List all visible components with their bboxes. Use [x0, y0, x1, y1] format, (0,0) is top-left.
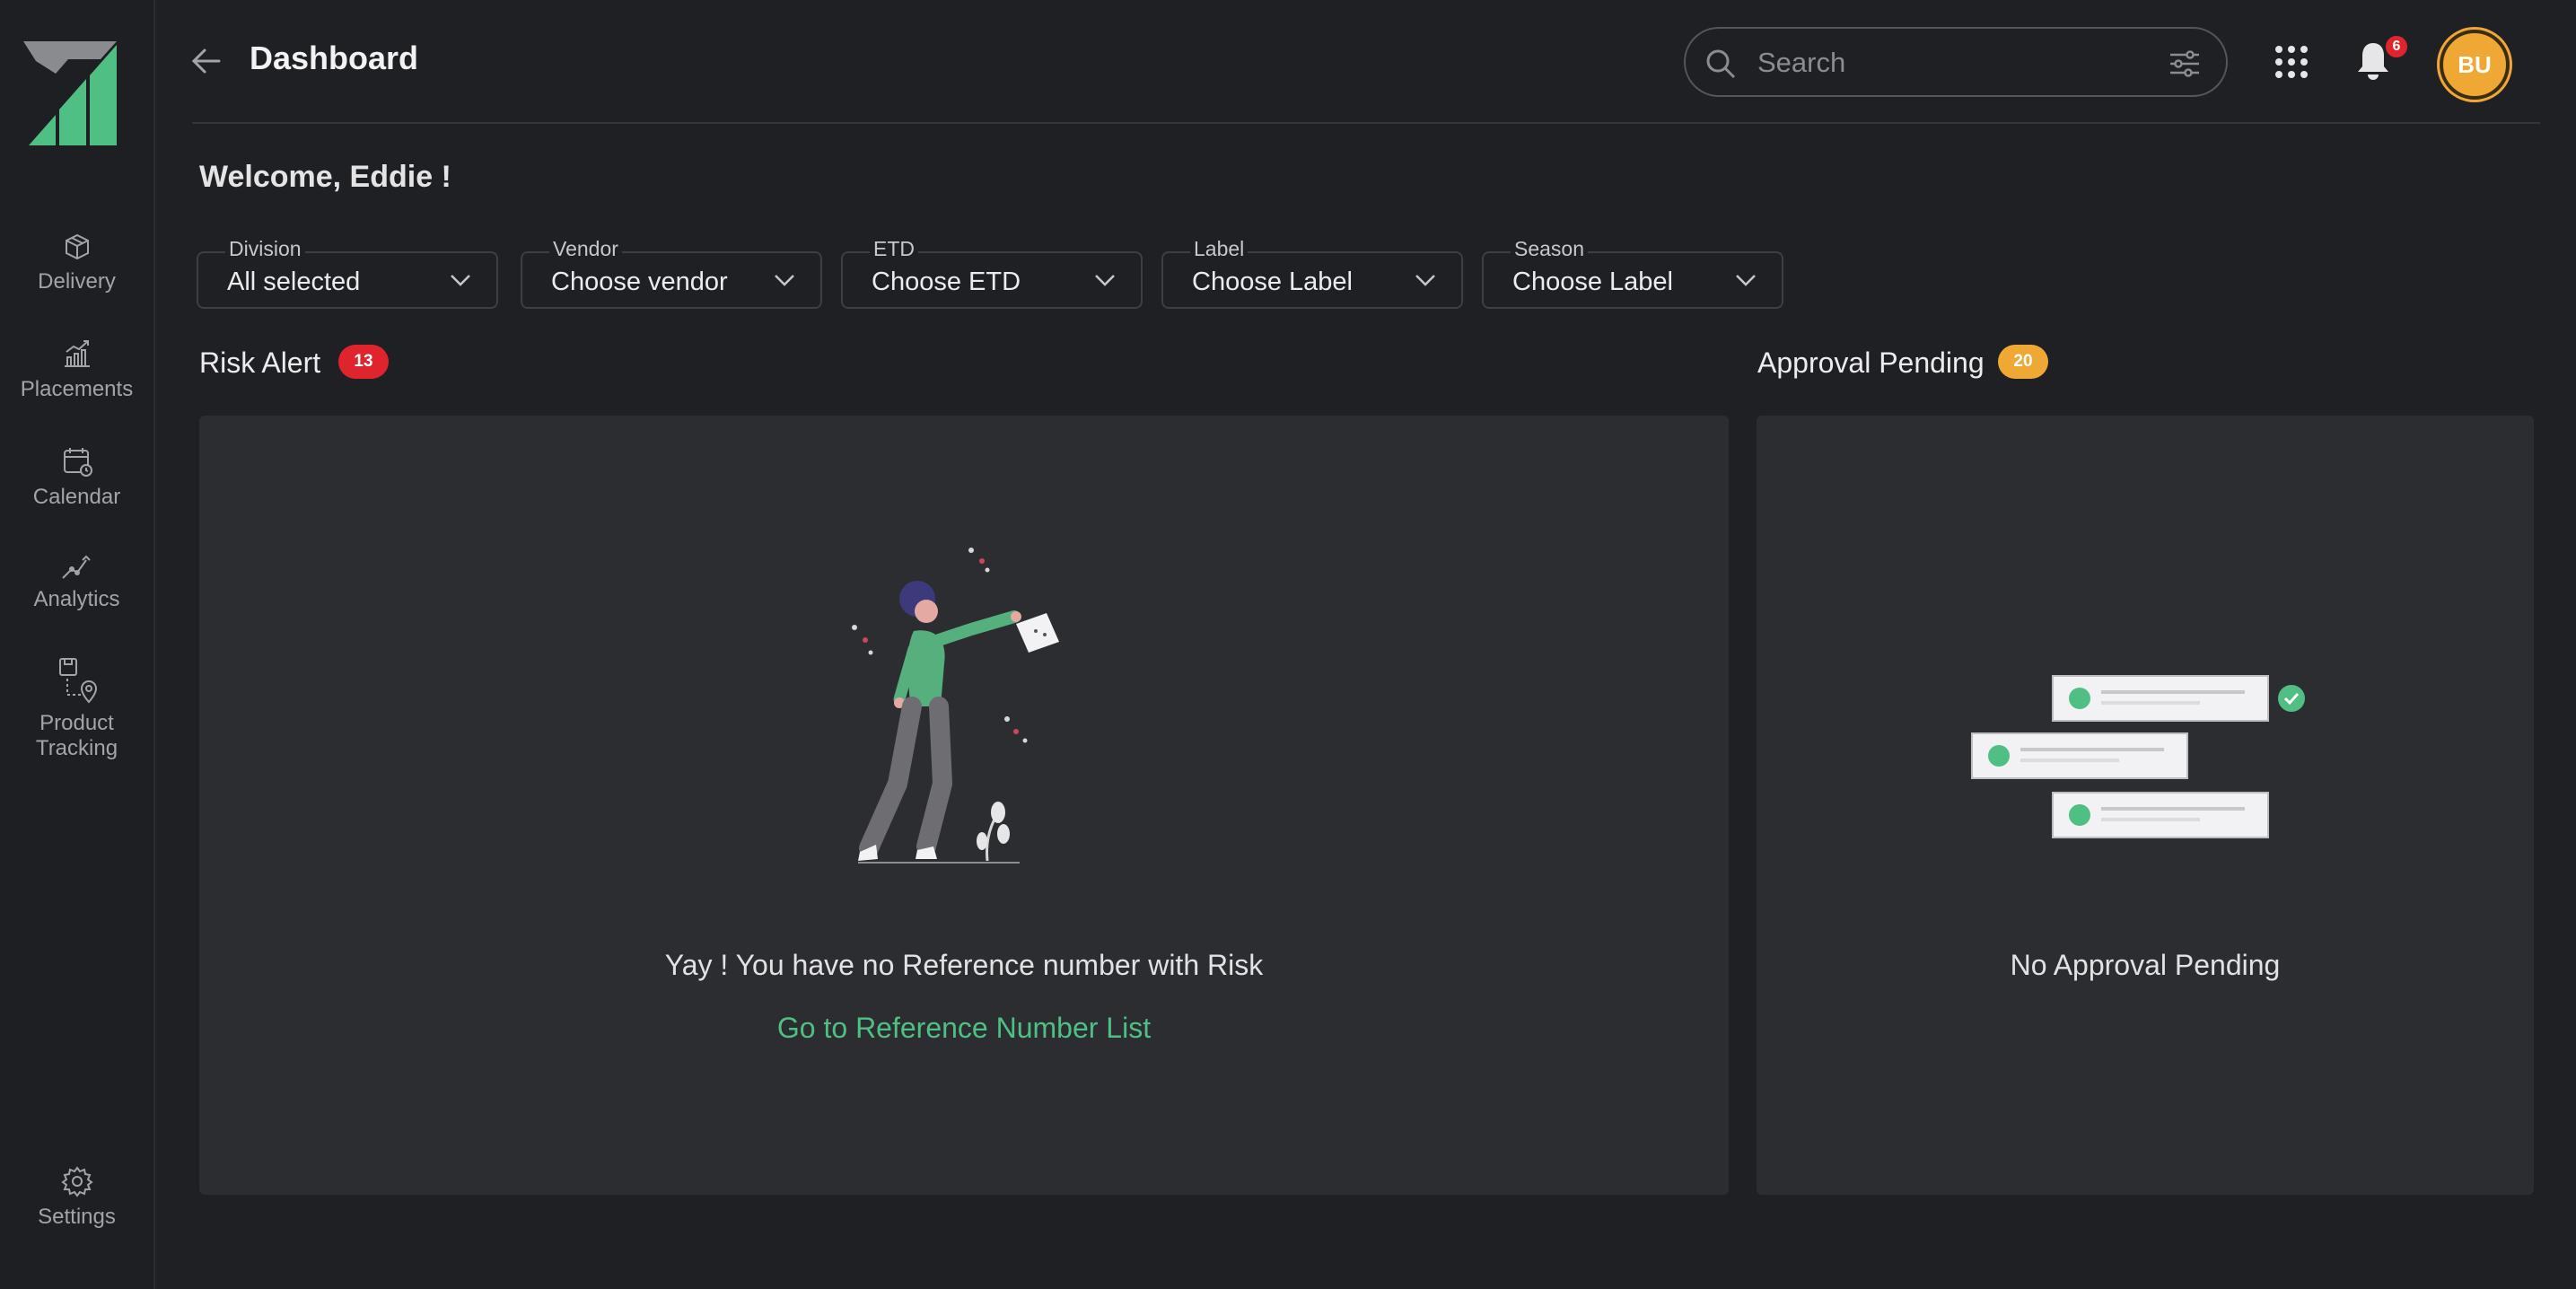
chevron-down-icon: [451, 275, 470, 286]
notification-count-badge: 6: [2386, 36, 2407, 57]
chevron-down-icon: [1415, 275, 1435, 286]
search-icon: [1706, 49, 1736, 79]
empty-approval-message: No Approval Pending: [2010, 949, 2281, 981]
sidebar-item-label: Analytics: [33, 587, 120, 611]
risk-alert-panel: Yay ! You have no Reference number with …: [199, 416, 1729, 1195]
filter-label: Season: [1511, 237, 1589, 261]
filter-label: ETD: [870, 237, 918, 261]
season-select[interactable]: Season Choose Label: [1482, 237, 1783, 309]
avatar[interactable]: BU: [2440, 30, 2510, 100]
sidebar-item-label: Placements: [20, 377, 134, 401]
sidebar-item-label: Settings: [38, 1205, 116, 1229]
chevron-down-icon: [1095, 275, 1115, 286]
filter-label: Vendor: [549, 237, 622, 261]
filter-value: Choose Label: [1512, 267, 1673, 296]
filter-label: Label: [1190, 237, 1249, 261]
header-divider: [192, 122, 2540, 124]
apps-grid-icon[interactable]: [2274, 45, 2309, 79]
gear-icon: [60, 1166, 93, 1197]
sidebar-item-settings[interactable]: Settings: [0, 1163, 153, 1230]
empty-risk-message: Yay ! You have no Reference number with …: [664, 949, 1264, 981]
label-select[interactable]: Label Choose Label: [1161, 237, 1463, 309]
sidebar-item-placements[interactable]: Placements: [0, 336, 153, 402]
vendor-select[interactable]: Vendor Choose vendor: [521, 237, 822, 309]
sidebar-item-label: Tracking: [35, 736, 118, 760]
sidebar-item-product-tracking[interactable]: Product Tracking: [0, 655, 153, 761]
app-logo[interactable]: [23, 39, 122, 145]
filter-label: Division: [225, 237, 305, 261]
risk-alert-count-badge: 13: [338, 345, 389, 379]
sidebar-item-label: Product: [39, 711, 114, 735]
celebration-illustration: [852, 548, 1059, 864]
sidebar-item-label: Delivery: [38, 269, 116, 294]
sidebar-item-calendar[interactable]: Calendar: [0, 443, 153, 510]
package-icon: [65, 233, 89, 260]
search-bar[interactable]: [1684, 27, 2228, 97]
calendar-icon: [63, 448, 92, 477]
filter-value: Choose ETD: [872, 267, 1021, 296]
chevron-down-icon: [775, 275, 794, 286]
sidebar-item-analytics[interactable]: Analytics: [0, 549, 153, 612]
division-select[interactable]: Division All selected: [197, 237, 498, 309]
sliders-icon[interactable]: [2169, 48, 2201, 79]
approval-count-badge: 20: [1998, 345, 2048, 379]
filter-value: Choose Label: [1192, 267, 1353, 296]
approval-pending-panel: No Approval Pending: [1757, 416, 2534, 1195]
sidebar-item-delivery[interactable]: Delivery: [0, 228, 153, 294]
search-input[interactable]: [1756, 41, 2136, 84]
welcome-text: Welcome, Eddie !: [199, 160, 451, 194]
checklist-illustration: [1971, 675, 2305, 838]
risk-alert-title: Risk Alert: [199, 346, 321, 379]
approval-pending-title: Approval Pending: [1757, 346, 1985, 379]
tracking-icon: [58, 658, 97, 704]
analytics-icon: [61, 555, 91, 579]
reference-number-list-link[interactable]: Go to Reference Number List: [199, 1012, 1729, 1045]
filter-value: Choose vendor: [551, 267, 728, 296]
page-title: Dashboard: [250, 39, 419, 76]
etd-select[interactable]: ETD Choose ETD: [841, 237, 1143, 309]
filter-value: All selected: [227, 267, 361, 296]
chart-icon: [64, 340, 90, 367]
sidebar-item-label: Calendar: [32, 485, 121, 509]
back-arrow-icon[interactable]: [188, 43, 224, 79]
sidebar: Delivery Placements Calendar Analytics P…: [0, 0, 155, 1289]
chevron-down-icon: [1736, 275, 1756, 286]
